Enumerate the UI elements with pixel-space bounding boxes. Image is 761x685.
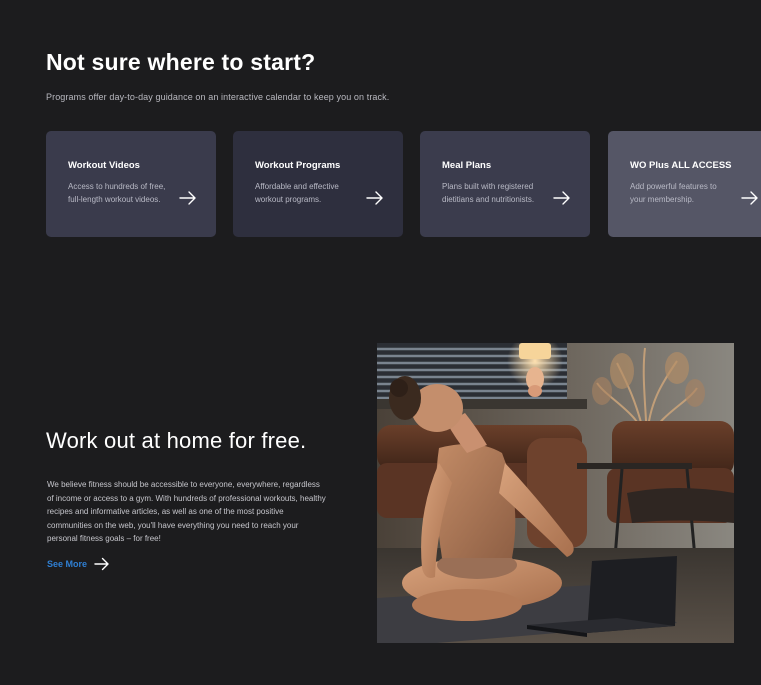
page-subtitle: Programs offer day-to-day guidance on an… [46,92,390,102]
card-title: Workout Videos [68,160,140,171]
page: Not sure where to start? Programs offer … [0,0,761,685]
card-workout-videos[interactable]: Workout Videos Access to hundreds of fre… [46,131,216,237]
see-more-link[interactable]: See More [47,557,110,571]
card-description: Access to hundreds of free, full-length … [68,182,166,204]
yoga-photo [377,343,734,643]
arrow-right-icon[interactable] [94,557,110,571]
arrow-right-icon[interactable] [553,191,571,205]
card-description: Add powerful features to your membership… [630,182,717,204]
card-wo-plus-all-access[interactable]: WO Plus ALL ACCESS Add powerful features… [608,131,761,237]
card-description: Affordable and effective workout program… [255,182,339,204]
arrow-right-icon[interactable] [179,191,197,205]
card-title: Meal Plans [442,160,492,171]
card-title: WO Plus ALL ACCESS [630,160,732,171]
section-body: We believe fitness should be accessible … [47,480,326,543]
arrow-right-icon[interactable] [741,191,759,205]
card-workout-programs[interactable]: Workout Programs Affordable and effectiv… [233,131,403,237]
arrow-right-icon[interactable] [366,191,384,205]
section-title: Work out at home for free. [46,428,307,453]
card-description: Plans built with registered dietitians a… [442,182,535,204]
page-title: Not sure where to start? [46,49,316,75]
card-title: Workout Programs [255,160,341,171]
see-more-label[interactable]: See More [47,559,87,569]
card-meal-plans[interactable]: Meal Plans Plans built with registered d… [420,131,590,237]
